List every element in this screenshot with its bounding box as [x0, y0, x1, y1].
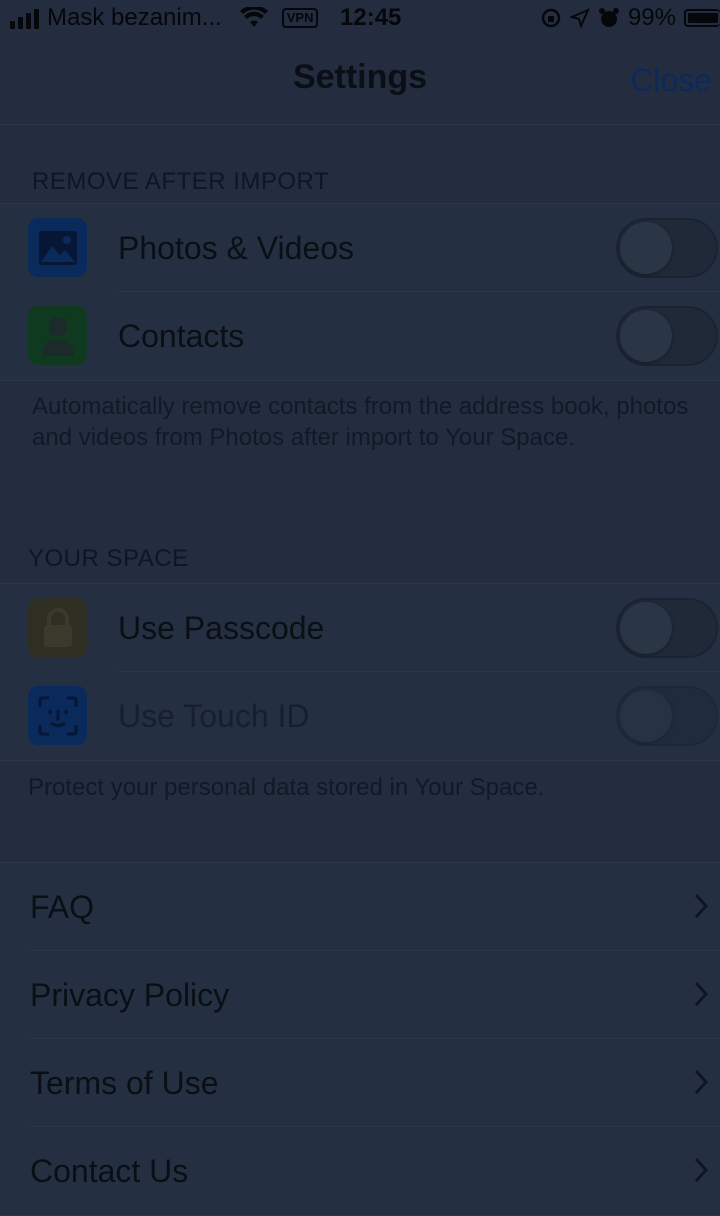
row-label: Terms of Use: [30, 1065, 219, 1101]
row-use-touch-id: Use Touch ID: [0, 672, 720, 760]
row-label: Photos & Videos: [118, 230, 355, 266]
use-touch-id-toggle: [616, 686, 718, 746]
location-icon: [569, 8, 590, 28]
status-bar-right: 99%: [540, 4, 720, 32]
row-label: Use Touch ID: [118, 698, 310, 734]
row-label: Use Passcode: [118, 610, 325, 646]
use-passcode-toggle[interactable]: [616, 598, 718, 658]
row-label: Contacts: [118, 318, 245, 354]
orientation-lock-icon: [541, 8, 561, 28]
status-time: 12:45: [340, 4, 402, 31]
navigation-bar: Settings Close: [0, 34, 720, 125]
your-space-footer: Protect your personal data stored in You…: [28, 774, 545, 801]
lock-icon: [28, 598, 87, 657]
page-title: Settings: [292, 58, 428, 96]
carrier-name: Mask bezanim...: [47, 4, 222, 31]
row-terms-of-use[interactable]: Terms of Use: [0, 1039, 720, 1127]
row-label: Privacy Policy: [30, 977, 230, 1013]
contacts-icon: [28, 306, 87, 365]
chevron-right-icon: [694, 981, 708, 1007]
cellular-signal-icon: [10, 7, 39, 29]
face-id-icon: [28, 686, 87, 745]
row-photos-videos[interactable]: Photos & Videos: [0, 204, 720, 292]
contacts-toggle[interactable]: [616, 306, 718, 366]
status-bar-left: Mask bezanim... VPN: [10, 4, 319, 32]
photos-videos-toggle[interactable]: [616, 218, 718, 278]
close-button[interactable]: Close: [630, 62, 712, 99]
chevron-right-icon: [694, 1157, 708, 1183]
chevron-right-icon: [694, 1069, 708, 1095]
row-contacts[interactable]: Contacts: [0, 292, 720, 380]
battery-icon: [684, 9, 720, 27]
row-use-passcode[interactable]: Use Passcode: [0, 584, 720, 672]
row-label: FAQ: [30, 889, 95, 925]
battery-percent: 99%: [627, 4, 676, 31]
links-group: FAQ Privacy Policy Terms of Use Contact …: [0, 862, 720, 1216]
wifi-icon: [239, 7, 268, 27]
status-bar: Mask bezanim... VPN 12:45 99%: [0, 0, 720, 34]
section-header-remove-after-import: REMOVE AFTER IMPORT: [32, 168, 330, 195]
section-header-your-space: YOUR SPACE: [28, 545, 189, 572]
your-space-group: Use Passcode Use Touch ID: [0, 583, 720, 761]
remove-after-import-footer: Automatically remove contacts from the a…: [32, 393, 689, 451]
chevron-right-icon: [694, 893, 708, 919]
remove-after-import-group: Photos & Videos Contacts: [0, 203, 720, 381]
photos-icon: [28, 218, 87, 277]
alarm-icon: [598, 8, 619, 27]
row-privacy-policy[interactable]: Privacy Policy: [0, 951, 720, 1039]
vpn-badge: VPN: [281, 8, 319, 28]
row-faq[interactable]: FAQ: [0, 863, 720, 951]
row-label: Contact Us: [30, 1153, 189, 1189]
